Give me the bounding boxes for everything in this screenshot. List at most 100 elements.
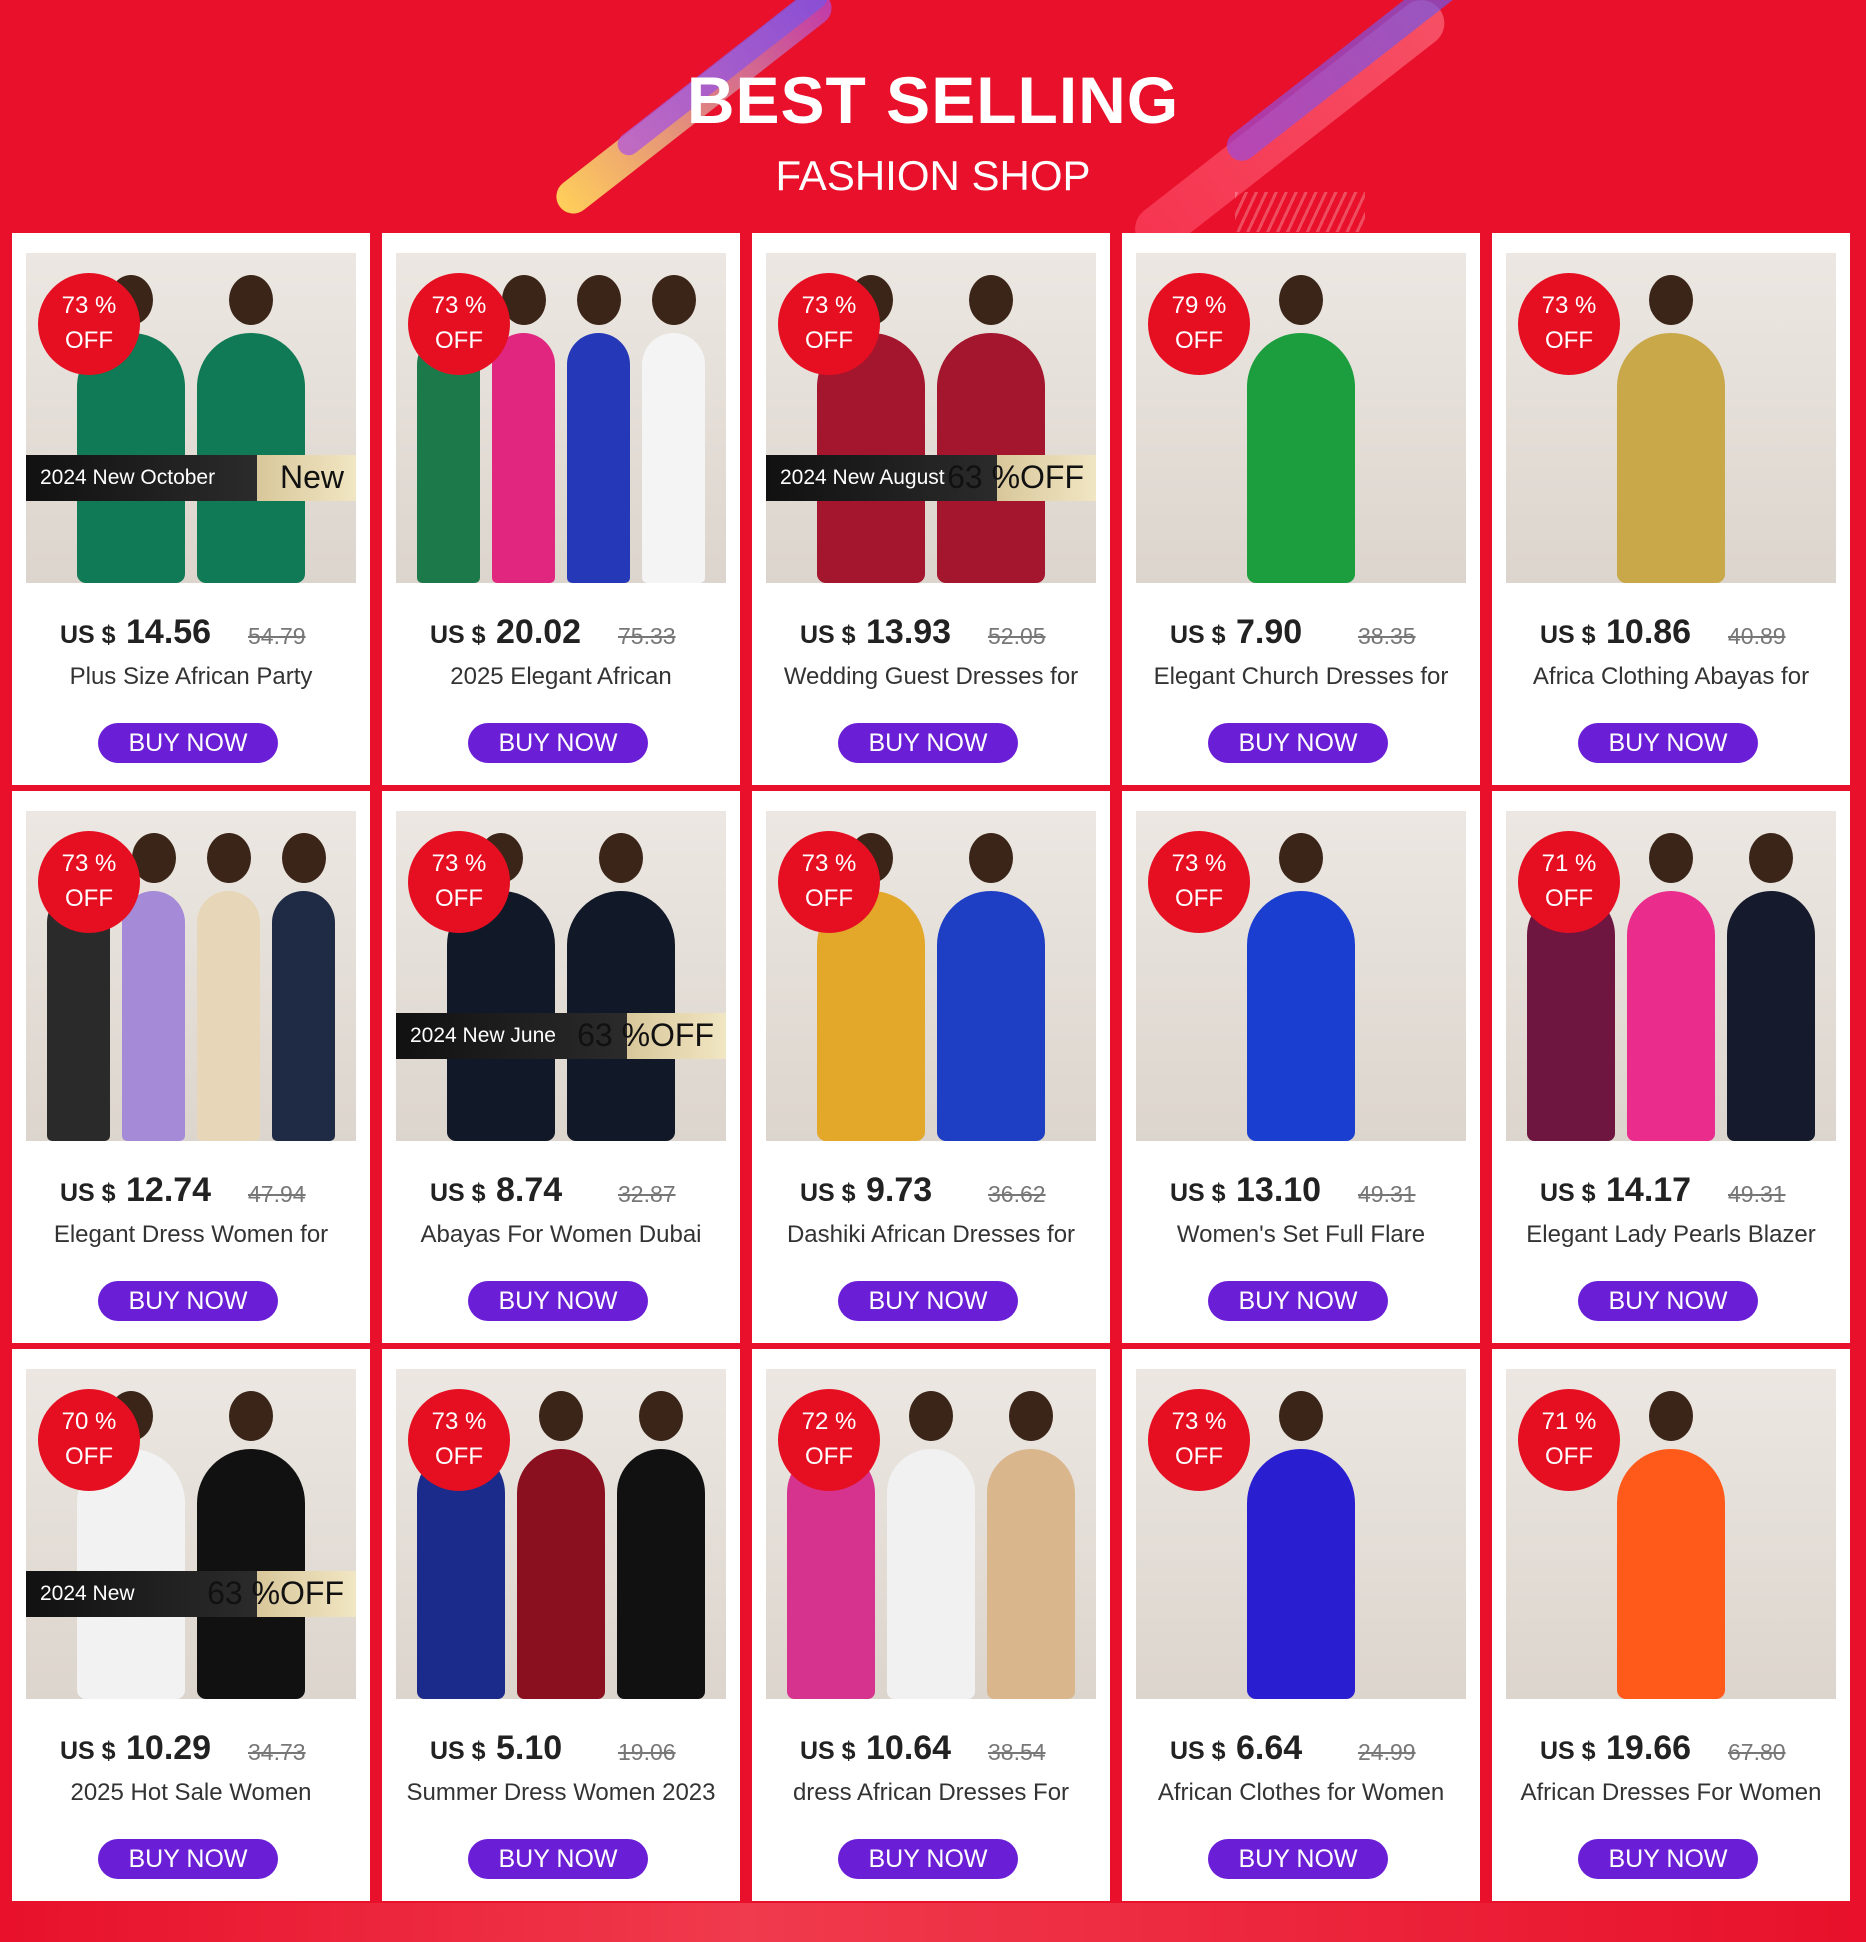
product-image[interactable]: 73 % OFF	[1136, 1369, 1466, 1699]
model-head	[1649, 1391, 1693, 1441]
product-card[interactable]: 79 % OFF US $ 7.90 38.35 Elegant Church Dress…	[1122, 233, 1480, 785]
buy-now-button[interactable]: BUY NOW	[1578, 1839, 1758, 1879]
buy-now-button[interactable]: BUY NOW	[98, 1281, 278, 1321]
product-card[interactable]: 2024 New 63 %OFF 70 % OFF US $ 10.29 34.73 2025…	[12, 1349, 370, 1901]
model-figure	[492, 333, 555, 583]
currency-label: US $	[1540, 621, 1596, 649]
discount-percent: 73 %	[431, 1408, 487, 1435]
current-price: 14.17	[1606, 1171, 1692, 1209]
product-image[interactable]: 72 % OFF	[766, 1369, 1096, 1699]
product-name[interactable]: 2025 Elegant African	[382, 663, 740, 691]
discount-off-label: OFF	[1175, 1443, 1223, 1470]
current-price: 6.64	[1236, 1729, 1303, 1767]
buy-now-button[interactable]: BUY NOW	[1208, 1281, 1388, 1321]
discount-badge: 73 % OFF	[42, 277, 136, 371]
product-card[interactable]: 73 % OFF US $ 9.73 36.62 Dashiki African Dres…	[752, 791, 1110, 1343]
product-name[interactable]: Elegant Lady Pearls Blazer	[1492, 1221, 1850, 1249]
price-row: US $ 14.56 54.79	[12, 611, 370, 651]
product-name[interactable]: African Clothes for Women	[1122, 1779, 1480, 1807]
original-price: 75.33	[618, 623, 676, 649]
current-price: 13.93	[866, 613, 952, 651]
buy-now-button[interactable]: BUY NOW	[1208, 1839, 1388, 1879]
discount-badge: 72 % OFF	[782, 1393, 876, 1487]
buy-now-button[interactable]: BUY NOW	[1208, 723, 1388, 763]
product-image[interactable]: 71 % OFF	[1506, 1369, 1836, 1699]
buy-now-button[interactable]: BUY NOW	[838, 1281, 1018, 1321]
product-name[interactable]: Elegant Church Dresses for	[1122, 663, 1480, 691]
model-head	[969, 275, 1013, 325]
original-price: 24.99	[1358, 1739, 1416, 1765]
promo-banner: 2024 New October New	[26, 455, 356, 501]
product-name[interactable]: Wedding Guest Dresses for	[752, 663, 1110, 691]
product-image[interactable]: 73 % OFF	[396, 1369, 726, 1699]
product-card[interactable]: 73 % OFF US $ 5.10 19.06 Summer Dress Women 2…	[382, 1349, 740, 1901]
product-image[interactable]: 73 % OFF	[396, 253, 726, 583]
product-image[interactable]: 73 % OFF	[1136, 811, 1466, 1141]
buy-now-button[interactable]: BUY NOW	[468, 1839, 648, 1879]
discount-badge: 73 % OFF	[42, 835, 136, 929]
buy-now-button[interactable]: BUY NOW	[98, 723, 278, 763]
discount-off-label: OFF	[1545, 1443, 1593, 1470]
product-name[interactable]: African Dresses For Women	[1492, 1779, 1850, 1807]
page-subtitle: FASHION SHOP	[775, 152, 1091, 199]
product-card[interactable]: 71 % OFF US $ 14.17 49.31 Elegant Lady Pearls…	[1492, 791, 1850, 1343]
product-card[interactable]: 72 % OFF US $ 10.64 38.54 dress African Dress…	[752, 1349, 1110, 1901]
price-row: US $ 10.64 38.54	[752, 1727, 1110, 1767]
price-row: US $ 10.86 40.89	[1492, 611, 1850, 651]
product-name[interactable]: Africa Clothing Abayas for	[1492, 663, 1850, 691]
original-price: 49.31	[1728, 1181, 1786, 1207]
original-price: 67.80	[1728, 1739, 1786, 1765]
model-head	[576, 275, 621, 325]
buy-now-button[interactable]: BUY NOW	[838, 1839, 1018, 1879]
product-card[interactable]: 2024 New June 63 %OFF 73 % OFF US $ 8.74 32.87…	[382, 791, 740, 1343]
buy-now-button[interactable]: BUY NOW	[1578, 1281, 1758, 1321]
model-figure	[987, 1449, 1075, 1699]
product-image[interactable]: 2024 New 63 %OFF 70 % OFF	[26, 1369, 356, 1699]
currency-label: US $	[60, 1179, 116, 1207]
product-name[interactable]: Plus Size African Party	[12, 663, 370, 691]
buy-now-button[interactable]: BUY NOW	[1578, 723, 1758, 763]
model-figure	[567, 333, 630, 583]
product-image[interactable]: 73 % OFF	[1506, 253, 1836, 583]
product-name[interactable]: Dashiki African Dresses for	[752, 1221, 1110, 1249]
product-image[interactable]: 2024 New October New 73 % OFF	[26, 253, 356, 583]
product-image[interactable]: 73 % OFF	[26, 811, 356, 1141]
discount-percent: 73 %	[61, 850, 117, 877]
product-card[interactable]: 2024 New October New 73 % OFF US $ 14.56 54.79…	[12, 233, 370, 785]
product-card[interactable]: 73 % OFF US $ 13.10 49.31 Women's Set Full Fl…	[1122, 791, 1480, 1343]
buy-now-button[interactable]: BUY NOW	[468, 1281, 648, 1321]
product-image[interactable]: 79 % OFF	[1136, 253, 1466, 583]
price-row: US $ 12.74 47.94	[12, 1169, 370, 1209]
buy-now-button[interactable]: BUY NOW	[98, 1839, 278, 1879]
product-grid: 2024 New October New 73 % OFF US $ 14.56 54.79…	[12, 233, 1854, 1903]
discount-percent: 73 %	[1171, 1408, 1227, 1435]
currency-label: US $	[1540, 1179, 1596, 1207]
buy-now-button[interactable]: BUY NOW	[838, 723, 1018, 763]
current-price: 10.64	[866, 1729, 952, 1767]
product-name[interactable]: Women's Set Full Flare	[1122, 1221, 1480, 1249]
current-price: 8.74	[496, 1171, 563, 1209]
product-card[interactable]: 2024 New August 63 %OFF 73 % OFF US $ 13.93 52…	[752, 233, 1110, 785]
product-card[interactable]: 71 % OFF US $ 19.66 67.80 African Dresses For…	[1492, 1349, 1850, 1901]
discount-badge: 71 % OFF	[1522, 1393, 1616, 1487]
product-name[interactable]: Elegant Dress Women for	[12, 1221, 370, 1249]
discount-off-label: OFF	[435, 885, 483, 912]
product-image[interactable]: 73 % OFF	[766, 811, 1096, 1141]
product-card[interactable]: 73 % OFF US $ 10.86 40.89 Africa Clothing Aba…	[1492, 233, 1850, 785]
original-price: 34.73	[248, 1739, 306, 1765]
product-image[interactable]: 2024 New August 63 %OFF 73 % OFF	[766, 253, 1096, 583]
product-name[interactable]: Abayas For Women Dubai	[382, 1221, 740, 1249]
product-card[interactable]: 73 % OFF US $ 6.64 24.99 African Clothes for …	[1122, 1349, 1480, 1901]
product-image[interactable]: 71 % OFF	[1506, 811, 1836, 1141]
product-image[interactable]: 2024 New June 63 %OFF 73 % OFF	[396, 811, 726, 1141]
buy-now-button[interactable]: BUY NOW	[468, 723, 648, 763]
discount-off-label: OFF	[1545, 885, 1593, 912]
header-banner: BEST SELLING FASHION SHOP	[0, 0, 1866, 236]
original-price: 40.89	[1728, 623, 1786, 649]
discount-off-label: OFF	[1175, 327, 1223, 354]
product-name[interactable]: dress African Dresses For	[752, 1779, 1110, 1807]
product-card[interactable]: 73 % OFF US $ 12.74 47.94 Elegant Dress Women…	[12, 791, 370, 1343]
product-name[interactable]: 2025 Hot Sale Women	[12, 1779, 370, 1807]
product-card[interactable]: 73 % OFF US $ 20.02 75.33 2025 Elegant Africa…	[382, 233, 740, 785]
product-name[interactable]: Summer Dress Women 2023	[382, 1779, 740, 1807]
